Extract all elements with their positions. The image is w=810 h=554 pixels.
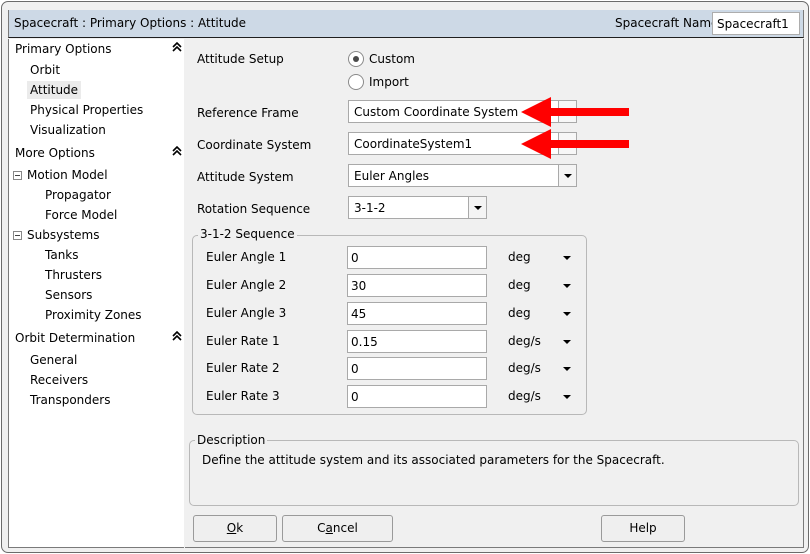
sidebar-group-motion-model[interactable]: Motion Model [9, 166, 179, 184]
euler-rate-2-input[interactable]: 0 [347, 357, 487, 380]
coordinate-system-label: Coordinate System [197, 138, 312, 152]
euler-rate-3-input[interactable]: 0 [347, 385, 487, 408]
sequence-groupbox-title: 3-1-2 Sequence [198, 227, 297, 241]
collapse-minus-icon[interactable] [13, 171, 22, 180]
sidebar-section-more-options[interactable]: More Options [15, 144, 95, 162]
euler-rate-2-unit[interactable]: deg/s [508, 361, 541, 375]
sidebar-item-visualization[interactable]: Visualization [27, 121, 109, 139]
sidebar-section-orbit-determination[interactable]: Orbit Determination [15, 329, 135, 347]
cancel-mnemonic: a [325, 521, 333, 535]
collapse-minus-icon[interactable] [13, 231, 22, 240]
attitude-setup-label: Attitude Setup [197, 52, 284, 66]
ok-mnemonic: O [226, 521, 237, 535]
cancel-label-pre: C [317, 521, 326, 535]
section-label: More Options [15, 146, 95, 160]
reference-frame-arrow [521, 97, 629, 127]
euler-rate-3-unit[interactable]: deg/s [508, 389, 541, 403]
euler-rate-2-label: Euler Rate 2 [206, 361, 280, 375]
header-bar: Spacecraft : Primary Options : Attitude … [8, 10, 804, 38]
group-label: Motion Model [27, 168, 108, 182]
euler-rate-1-input[interactable]: 0.15 [347, 330, 487, 353]
double-chevron-up-icon[interactable] [171, 145, 183, 159]
sidebar: Primary Options Orbit Attitude Physical … [8, 39, 184, 548]
chevron-down-icon [474, 206, 482, 210]
spacecraft-name-label: Spacecraft Name [615, 16, 719, 30]
help-button[interactable]: Help [601, 515, 685, 542]
attitude-panel: Attitude Setup Custom Import Reference F… [185, 39, 804, 548]
euler-angle-2-unit[interactable]: deg [508, 278, 531, 292]
description-groupbox [189, 440, 799, 506]
sidebar-item-receivers[interactable]: Receivers [27, 371, 91, 389]
euler-angle-1-unit[interactable]: deg [508, 250, 531, 264]
radio-custom[interactable] [348, 51, 364, 67]
sidebar-item-physical-properties[interactable]: Physical Properties [27, 101, 146, 119]
euler-angle-3-unit[interactable]: deg [508, 306, 531, 320]
dropdown-button[interactable] [468, 197, 486, 218]
euler-angle-1-input[interactable]: 0 [347, 246, 487, 269]
sidebar-group-subsystems[interactable]: Subsystems [9, 226, 179, 244]
chevron-down-icon[interactable] [563, 284, 571, 288]
dropdown-button[interactable] [558, 165, 576, 186]
spacecraft-dialog: Spacecraft : Primary Options : Attitude … [1, 1, 809, 553]
euler-rate-1-label: Euler Rate 1 [206, 334, 280, 348]
reference-frame-label: Reference Frame [197, 106, 299, 120]
breadcrumb: Spacecraft : Primary Options : Attitude [14, 16, 247, 30]
section-label: Primary Options [15, 42, 112, 56]
euler-angle-3-label: Euler Angle 3 [206, 306, 287, 320]
sidebar-item-force-model[interactable]: Force Model [42, 206, 120, 224]
chevron-down-icon[interactable] [563, 395, 571, 399]
sidebar-item-orbit[interactable]: Orbit [27, 61, 63, 79]
sidebar-item-proximity-zones[interactable]: Proximity Zones [42, 306, 145, 324]
sidebar-section-primary-options[interactable]: Primary Options [15, 40, 112, 58]
sidebar-item-propagator[interactable]: Propagator [42, 186, 114, 204]
spacecraft-name-input[interactable] [712, 12, 800, 35]
sidebar-item-general[interactable]: General [27, 351, 80, 369]
euler-angle-1-label: Euler Angle 1 [206, 250, 287, 264]
ok-label-post: k [236, 521, 244, 535]
rotation-sequence-combo[interactable]: 3-1-2 [348, 196, 487, 219]
description-text: Define the attitude system and its assoc… [202, 453, 665, 467]
chevron-down-icon[interactable] [563, 367, 571, 371]
sidebar-item-tanks[interactable]: Tanks [42, 246, 82, 264]
chevron-down-icon[interactable] [563, 256, 571, 260]
sidebar-item-transponders[interactable]: Transponders [27, 391, 113, 409]
radio-import-label[interactable]: Import [369, 75, 409, 89]
double-chevron-up-icon[interactable] [171, 41, 183, 55]
cancel-button[interactable]: Cancel [282, 515, 393, 542]
radio-custom-label[interactable]: Custom [369, 52, 415, 66]
ok-button[interactable]: Ok [193, 515, 277, 542]
euler-angle-2-label: Euler Angle 2 [206, 278, 287, 292]
rotation-sequence-value: 3-1-2 [354, 201, 386, 215]
attitude-system-value: Euler Angles [354, 169, 430, 183]
chevron-down-icon[interactable] [563, 340, 571, 344]
sidebar-item-sensors[interactable]: Sensors [42, 286, 95, 304]
sidebar-item-thrusters[interactable]: Thrusters [42, 266, 105, 284]
double-chevron-up-icon[interactable] [171, 330, 183, 344]
euler-angle-2-input[interactable]: 30 [347, 274, 487, 297]
sidebar-item-attitude[interactable]: Attitude [27, 81, 82, 99]
group-label: Subsystems [27, 228, 100, 242]
radio-import[interactable] [348, 74, 364, 90]
section-label: Orbit Determination [15, 331, 136, 345]
cancel-label-post: ncel [332, 521, 358, 535]
chevron-down-icon [564, 174, 572, 178]
chevron-down-icon[interactable] [563, 312, 571, 316]
attitude-system-combo[interactable]: Euler Angles [348, 164, 577, 187]
description-title: Description [195, 433, 268, 447]
reference-frame-value: Custom Coordinate System [354, 105, 519, 119]
coordinate-system-arrow [521, 129, 629, 159]
euler-rate-3-label: Euler Rate 3 [206, 389, 280, 403]
euler-angle-3-input[interactable]: 45 [347, 302, 487, 325]
coordinate-system-value: CoordinateSystem1 [354, 137, 473, 151]
rotation-sequence-label: Rotation Sequence [197, 202, 311, 216]
attitude-system-label: Attitude System [197, 170, 294, 184]
euler-rate-1-unit[interactable]: deg/s [508, 334, 541, 348]
